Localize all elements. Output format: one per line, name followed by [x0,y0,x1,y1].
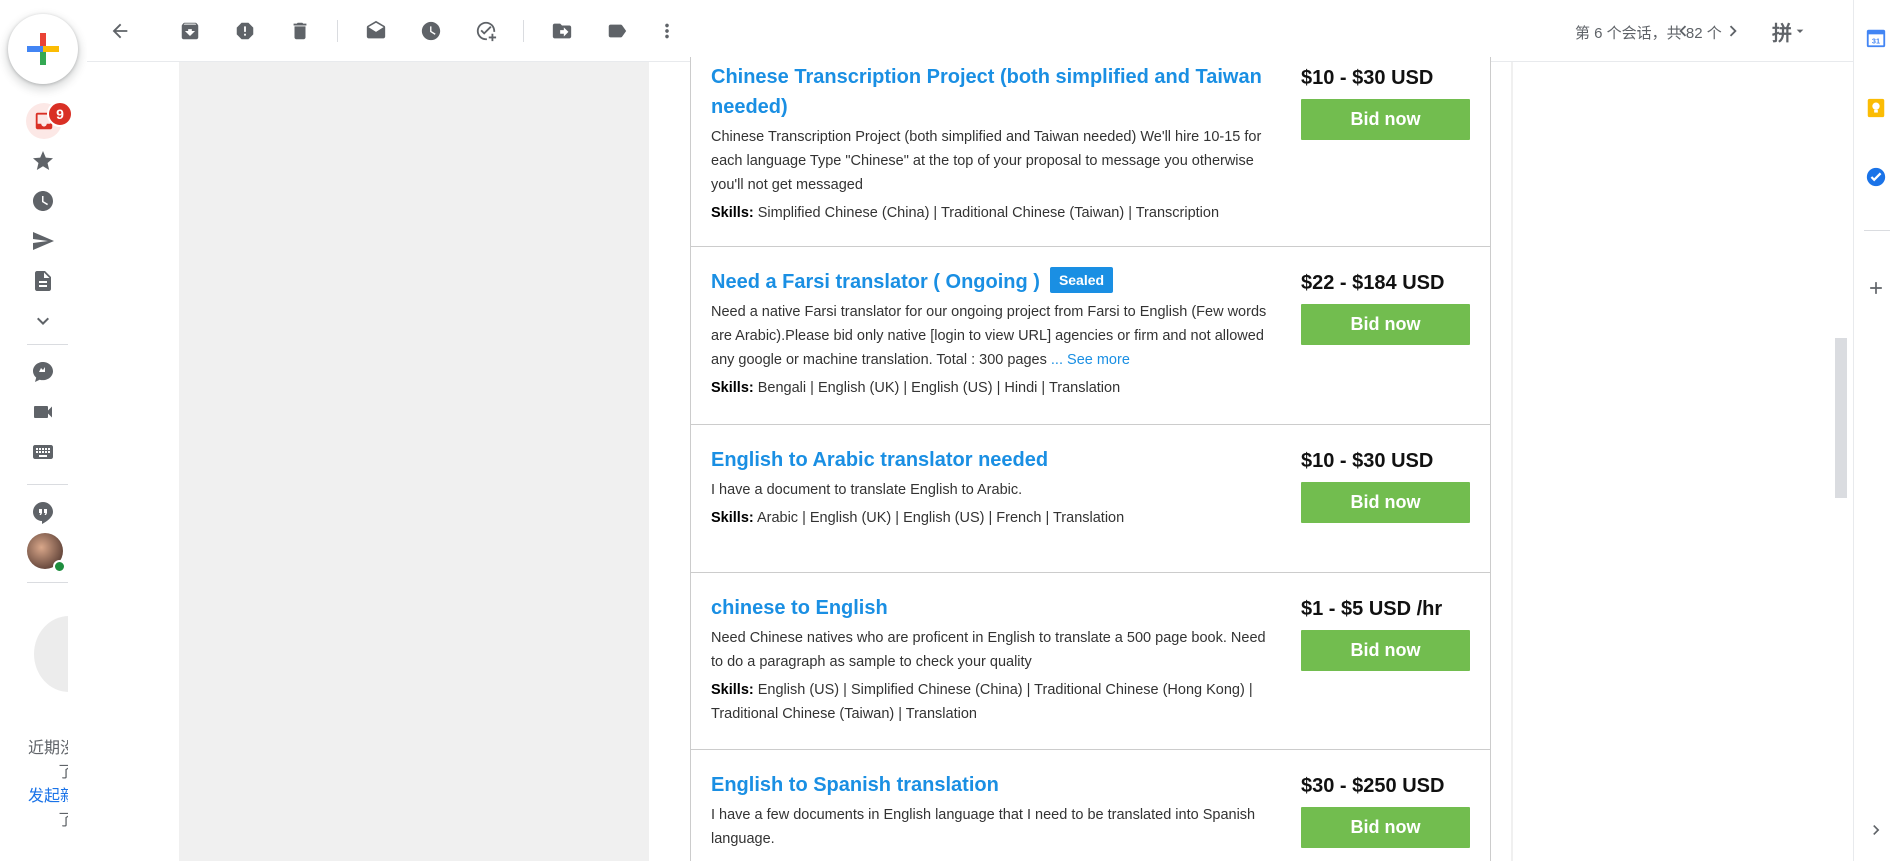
job-price: $10 - $30 USD [1301,67,1434,89]
keep-bulb-icon[interactable] [1862,94,1890,122]
job-description: Chinese Transcription Project (both simp… [711,129,1262,193]
rail-snippet-link[interactable]: 发起新 [28,782,68,806]
email-content-area: Chinese Transcription Project (both simp… [87,57,1808,861]
starred-icon[interactable] [26,144,60,178]
drafts-icon[interactable] [26,264,60,298]
skills-list: English (US) | Simplified Chinese (China… [711,682,1253,722]
calendar-icon[interactable]: 31 [1862,24,1890,52]
job-skills: Skills: Arabic | English (UK) | English … [711,506,1281,530]
job-title-link[interactable]: Need a Farsi translator ( Ongoing ) [711,271,1040,293]
skills-label: Skills: [711,682,754,698]
job-card: English to Arabic translator needed I ha… [691,425,1490,573]
skills-list: Arabic | English (UK) | English (US) | F… [756,510,1125,526]
job-skills: Skills: Simplified Chinese (China) | Tra… [711,201,1281,225]
see-more-link[interactable]: ... See more [1051,352,1130,368]
add-plus-icon[interactable] [1862,274,1890,302]
add-to-tasks-icon[interactable] [471,16,501,46]
rail-clip [68,600,87,700]
snoozed-clock-icon[interactable] [26,184,60,218]
keyboard-icon[interactable] [26,435,60,469]
bid-now-button[interactable]: Bid now [1301,99,1470,140]
back-arrow-icon[interactable] [105,16,135,46]
skills-label: Skills: [711,510,754,526]
job-description-text: Need a native Farsi translator for our o… [711,304,1267,368]
archive-icon[interactable] [175,16,205,46]
job-price: $30 - $250 USD [1301,775,1445,797]
job-skills: Skills: Bengali | English (UK) | English… [711,376,1281,400]
toolbar-divider [337,20,338,42]
side-panel: 31 [1853,0,1897,861]
more-vertical-icon[interactable] [652,16,682,46]
job-card: Chinese Transcription Project (both simp… [691,57,1490,247]
left-rail: 9 近期没 了 发起新 了 [0,0,104,861]
sent-icon[interactable] [26,224,60,258]
calendar-day-text: 31 [1872,37,1880,46]
newer-chevron-left-icon[interactable] [1668,16,1698,46]
label-tag-icon[interactable] [602,16,632,46]
toolbar-divider [523,20,524,42]
move-to-folder-icon[interactable] [547,16,577,46]
expand-chevron-right-icon[interactable] [1862,816,1890,844]
rail-divider [27,344,68,345]
job-description: Need Chinese natives who are proficent i… [711,630,1266,670]
mark-unread-icon[interactable] [361,16,391,46]
job-price: $1 - $5 USD /hr [1301,598,1443,620]
job-card: English to Spanish translation I have a … [691,750,1490,861]
skills-label: Skills: [711,205,754,221]
job-description: Need a native Farsi translator for our o… [711,300,1281,372]
tasks-check-icon[interactable] [1862,163,1890,191]
more-chevron-down-icon[interactable] [26,304,60,338]
hangouts-quote-icon[interactable] [26,495,60,529]
conversation-pager-text: 第 6 个会话，共 82 个 [1575,25,1722,42]
caret-down-icon [1796,29,1804,33]
job-card: chinese to English Need Chinese natives … [691,573,1490,750]
rail-snippet-line: 了 [58,812,68,829]
rail-divider [27,582,68,583]
online-status-dot [53,560,66,573]
rail-divider [27,484,68,485]
rail-snippet-line: 了 [58,764,68,781]
skills-list: Simplified Chinese (China) | Traditional… [757,205,1220,221]
compose-plus-icon [27,33,59,65]
inbox-unread-badge: 9 [47,101,73,127]
job-title-link[interactable]: chinese to English [711,593,1281,623]
report-spam-icon[interactable] [230,16,260,46]
job-card: Need a Farsi translator ( Ongoing ) Seale… [691,247,1490,425]
meet-video-icon[interactable] [26,395,60,429]
input-tools-button[interactable]: 拼 [1760,16,1820,46]
sealed-badge: Sealed [1049,267,1114,293]
bid-now-button[interactable]: Bid now [1301,807,1470,848]
delete-trash-icon[interactable] [285,16,315,46]
job-price: $10 - $30 USD [1301,450,1434,472]
job-description: I have a document to translate English t… [711,482,1023,498]
bid-now-button[interactable]: Bid now [1301,630,1470,671]
input-tools-glyph: 拼 [1772,22,1792,45]
job-description: I have a few documents in English langua… [711,807,1256,847]
side-panel-divider [1864,230,1890,231]
bid-now-button[interactable]: Bid now [1301,304,1470,345]
rail-snippet-line: 近期没 [28,740,68,757]
job-price: $22 - $184 USD [1301,272,1445,294]
chat-bubble-icon[interactable] [26,355,60,389]
older-chevron-right-icon[interactable] [1718,16,1748,46]
scrollbar-thumb[interactable] [1835,338,1847,498]
snooze-clock-icon[interactable] [416,16,446,46]
mail-toolbar: 第 6 个会话，共 82 个 拼 [87,0,1853,62]
compose-button[interactable] [8,14,78,84]
job-title-link[interactable]: English to Arabic translator needed [711,445,1281,475]
skills-list: Bengali | English (UK) | English (US) | … [757,380,1121,396]
bid-now-button[interactable]: Bid now [1301,482,1470,523]
skills-label: Skills: [711,380,754,396]
job-skills: Skills: English (US) | Simplified Chines… [711,678,1281,726]
job-listing-list: Chinese Transcription Project (both simp… [690,57,1491,861]
job-title-link[interactable]: English to Spanish translation [711,770,1281,800]
job-title-link[interactable]: Chinese Transcription Project (both simp… [711,62,1281,122]
